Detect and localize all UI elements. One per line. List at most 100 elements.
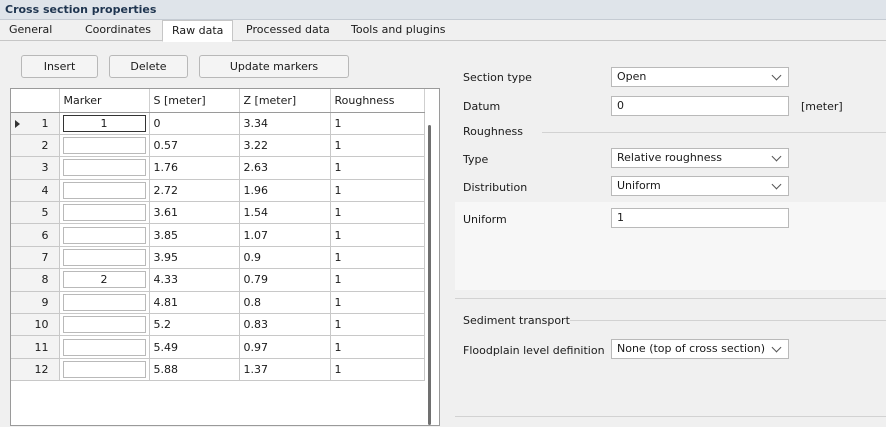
row-number[interactable]: 8 xyxy=(11,268,60,292)
row-number[interactable]: 4 xyxy=(11,179,60,203)
column-header-s[interactable]: S [meter] xyxy=(149,89,240,113)
uniform-input[interactable]: 1 xyxy=(611,208,789,228)
delete-button[interactable]: Delete xyxy=(109,55,188,78)
marker-input[interactable] xyxy=(62,360,146,378)
s-cell[interactable]: 0 xyxy=(149,112,240,135)
row-number[interactable]: 11 xyxy=(11,335,60,359)
tab-coordinates[interactable]: Coordinates xyxy=(76,20,160,41)
column-header-marker[interactable]: Marker xyxy=(59,89,150,113)
z-cell[interactable]: 3.34 xyxy=(239,112,331,135)
z-cell[interactable]: 0.83 xyxy=(239,313,331,337)
chevron-down-icon xyxy=(771,70,782,81)
marker-input[interactable]: 2 xyxy=(62,271,146,289)
roughness-cell[interactable]: 1 xyxy=(330,335,425,359)
marker-input[interactable] xyxy=(62,249,146,267)
uniform-label: Uniform xyxy=(463,213,507,226)
marker-input[interactable] xyxy=(62,204,146,222)
s-cell[interactable]: 2.72 xyxy=(149,179,240,203)
roughness-cell[interactable]: 1 xyxy=(330,201,425,225)
z-cell[interactable]: 1.07 xyxy=(239,223,331,247)
row-number[interactable]: 10 xyxy=(11,313,60,337)
s-cell[interactable]: 0.57 xyxy=(149,134,240,158)
s-cell[interactable]: 1.76 xyxy=(149,156,240,180)
roughness-cell[interactable]: 1 xyxy=(330,134,425,158)
distribution-select[interactable]: Uniform xyxy=(611,176,789,196)
row-number[interactable]: 3 xyxy=(11,156,60,180)
datum-input[interactable]: 0 xyxy=(611,96,789,116)
row-number[interactable]: 9 xyxy=(11,291,60,315)
tab-raw-data[interactable]: Raw data xyxy=(162,20,234,42)
insert-button[interactable]: Insert xyxy=(21,55,98,78)
marker-input[interactable] xyxy=(62,293,146,311)
roughness-cell[interactable]: 1 xyxy=(330,313,425,337)
s-cell[interactable]: 5.2 xyxy=(149,313,240,337)
s-cell[interactable]: 5.49 xyxy=(149,335,240,359)
tab-general[interactable]: General xyxy=(0,20,61,41)
roughness-cell[interactable]: 1 xyxy=(330,246,425,270)
s-cell[interactable]: 4.33 xyxy=(149,268,240,292)
section-type-label: Section type xyxy=(463,71,532,84)
s-cell[interactable]: 4.81 xyxy=(149,291,240,315)
marker-cell[interactable] xyxy=(59,201,150,225)
section-type-select[interactable]: Open xyxy=(611,67,789,87)
row-number[interactable]: 12 xyxy=(11,358,60,382)
marker-cell[interactable] xyxy=(59,156,150,180)
column-header-roughness[interactable]: Roughness xyxy=(330,89,425,113)
window-titlebar: Cross section properties xyxy=(0,0,886,20)
roughness-cell[interactable]: 1 xyxy=(330,156,425,180)
raw-data-grid[interactable]: Marker S [meter] Z [meter] Roughness 1 1… xyxy=(10,88,440,426)
z-cell[interactable]: 3.22 xyxy=(239,134,331,158)
roughness-cell[interactable]: 1 xyxy=(330,291,425,315)
row-number[interactable]: 2 xyxy=(11,134,60,158)
s-cell[interactable]: 3.61 xyxy=(149,201,240,225)
update-markers-button[interactable]: Update markers xyxy=(199,55,349,78)
marker-cell[interactable] xyxy=(59,134,150,158)
marker-input[interactable] xyxy=(62,226,146,244)
z-cell[interactable]: 0.9 xyxy=(239,246,331,270)
roughness-cell[interactable]: 1 xyxy=(330,223,425,247)
marker-cell[interactable] xyxy=(59,335,150,359)
row-number[interactable]: 6 xyxy=(11,223,60,247)
roughness-cell[interactable]: 1 xyxy=(330,179,425,203)
marker-input[interactable] xyxy=(62,181,146,199)
roughness-type-select[interactable]: Relative roughness xyxy=(611,148,789,168)
marker-cell[interactable] xyxy=(59,179,150,203)
row-number[interactable]: 5 xyxy=(11,201,60,225)
z-cell[interactable]: 0.8 xyxy=(239,291,331,315)
roughness-cell[interactable]: 1 xyxy=(330,358,425,382)
marker-input[interactable] xyxy=(62,159,146,177)
s-cell[interactable]: 5.88 xyxy=(149,358,240,382)
marker-cell[interactable] xyxy=(59,246,150,270)
marker-input[interactable] xyxy=(62,338,146,356)
grid-vertical-scrollbar[interactable] xyxy=(428,125,431,425)
z-cell[interactable]: 2.63 xyxy=(239,156,331,180)
marker-cell[interactable] xyxy=(59,313,150,337)
marker-input[interactable] xyxy=(62,137,146,155)
marker-cell[interactable] xyxy=(59,291,150,315)
table-row: 2 0.57 3.22 1 xyxy=(11,134,425,158)
marker-cell[interactable]: 2 xyxy=(59,268,150,292)
floodplain-value: None (top of cross section) xyxy=(617,342,766,355)
row-number[interactable]: 1 xyxy=(11,112,60,135)
marker-input[interactable] xyxy=(62,316,146,334)
z-cell[interactable]: 1.96 xyxy=(239,179,331,203)
marker-cell[interactable]: 1 xyxy=(59,112,150,135)
grid-header-row: Marker S [meter] Z [meter] Roughness xyxy=(11,89,425,113)
row-number[interactable]: 7 xyxy=(11,246,60,270)
column-header-z[interactable]: Z [meter] xyxy=(239,89,331,113)
marker-cell[interactable] xyxy=(59,358,150,382)
sediment-top-divider xyxy=(455,298,886,299)
z-cell[interactable]: 1.54 xyxy=(239,201,331,225)
floodplain-select[interactable]: None (top of cross section) xyxy=(611,339,789,359)
s-cell[interactable]: 3.95 xyxy=(149,246,240,270)
z-cell[interactable]: 1.37 xyxy=(239,358,331,382)
marker-input[interactable]: 1 xyxy=(62,114,146,132)
z-cell[interactable]: 0.79 xyxy=(239,268,331,292)
roughness-cell[interactable]: 1 xyxy=(330,268,425,292)
tab-processed-data[interactable]: Processed data xyxy=(237,20,339,41)
marker-cell[interactable] xyxy=(59,223,150,247)
s-cell[interactable]: 3.85 xyxy=(149,223,240,247)
roughness-cell[interactable]: 1 xyxy=(330,112,425,135)
z-cell[interactable]: 0.97 xyxy=(239,335,331,359)
tab-tools-and-plugins[interactable]: Tools and plugins xyxy=(342,20,455,41)
